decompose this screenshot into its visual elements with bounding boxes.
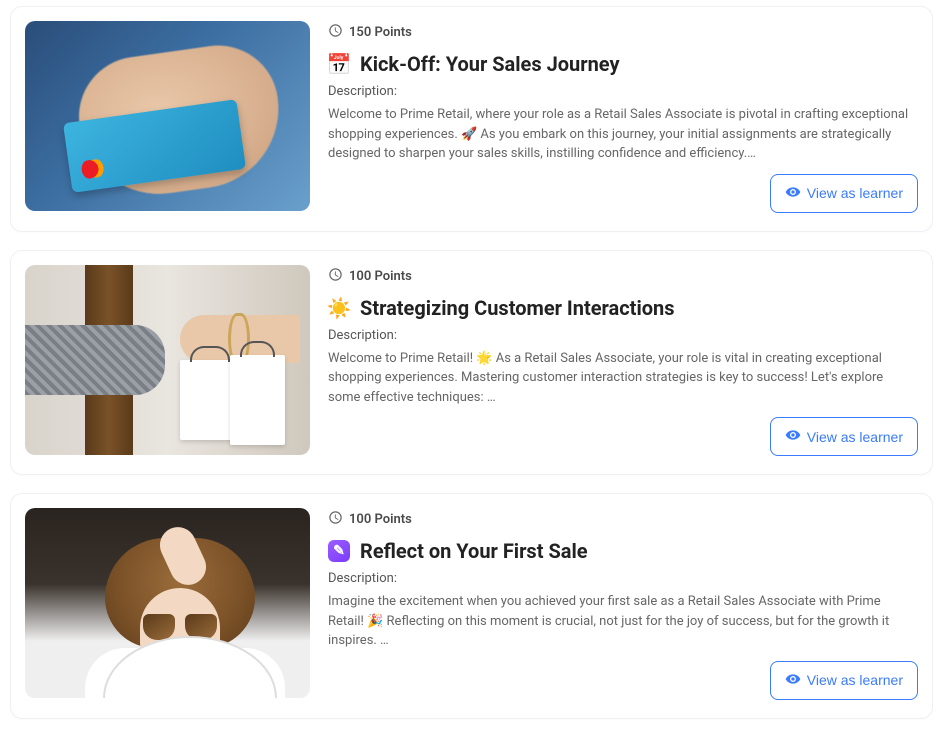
lesson-title-row: 📅 Kick-Off: Your Sales Journey (328, 52, 918, 76)
clock-icon (328, 23, 343, 42)
lesson-card: 100 Points ☀️ Strategizing Customer Inte… (10, 250, 933, 476)
calendar-icon: 📅 (328, 53, 350, 75)
eye-icon (785, 427, 801, 446)
clock-icon (328, 510, 343, 529)
points-row: 100 Points (328, 267, 918, 286)
lesson-thumbnail (25, 21, 310, 211)
description-label: Description: (328, 328, 918, 343)
lesson-title-row: ☀️ Strategizing Customer Interactions (328, 296, 918, 320)
lesson-thumbnail (25, 508, 310, 698)
clock-icon (328, 267, 343, 286)
description-body: Imagine the excitement when you achieved… (328, 592, 918, 651)
description-label: Description: (328, 84, 918, 99)
points-text: 100 Points (349, 269, 412, 284)
view-as-learner-button[interactable]: View as learner (770, 174, 918, 213)
pencil-icon: ✎ (328, 540, 350, 562)
description-body: Welcome to Prime Retail! 🌟 As a Retail S… (328, 349, 918, 408)
view-button-label: View as learner (807, 185, 903, 201)
lesson-title: Kick-Off: Your Sales Journey (360, 52, 620, 76)
lesson-card: 100 Points ✎ Reflect on Your First Sale … (10, 493, 933, 719)
points-text: 150 Points (349, 25, 412, 40)
lesson-content: 150 Points 📅 Kick-Off: Your Sales Journe… (328, 21, 918, 213)
points-row: 100 Points (328, 510, 918, 529)
lesson-content: 100 Points ☀️ Strategizing Customer Inte… (328, 265, 918, 457)
sun-icon: ☀️ (328, 297, 350, 319)
view-button-label: View as learner (807, 672, 903, 688)
view-as-learner-button[interactable]: View as learner (770, 661, 918, 700)
lesson-thumbnail (25, 265, 310, 455)
lesson-card: 150 Points 📅 Kick-Off: Your Sales Journe… (10, 6, 933, 232)
view-as-learner-button[interactable]: View as learner (770, 417, 918, 456)
eye-icon (785, 184, 801, 203)
lesson-title: Reflect on Your First Sale (360, 539, 588, 563)
eye-icon (785, 671, 801, 690)
points-text: 100 Points (349, 512, 412, 527)
description-body: Welcome to Prime Retail, where your role… (328, 105, 918, 164)
description-label: Description: (328, 571, 918, 586)
view-button-label: View as learner (807, 429, 903, 445)
lesson-title-row: ✎ Reflect on Your First Sale (328, 539, 918, 563)
lesson-content: 100 Points ✎ Reflect on Your First Sale … (328, 508, 918, 700)
points-row: 150 Points (328, 23, 918, 42)
lesson-title: Strategizing Customer Interactions (360, 296, 675, 320)
